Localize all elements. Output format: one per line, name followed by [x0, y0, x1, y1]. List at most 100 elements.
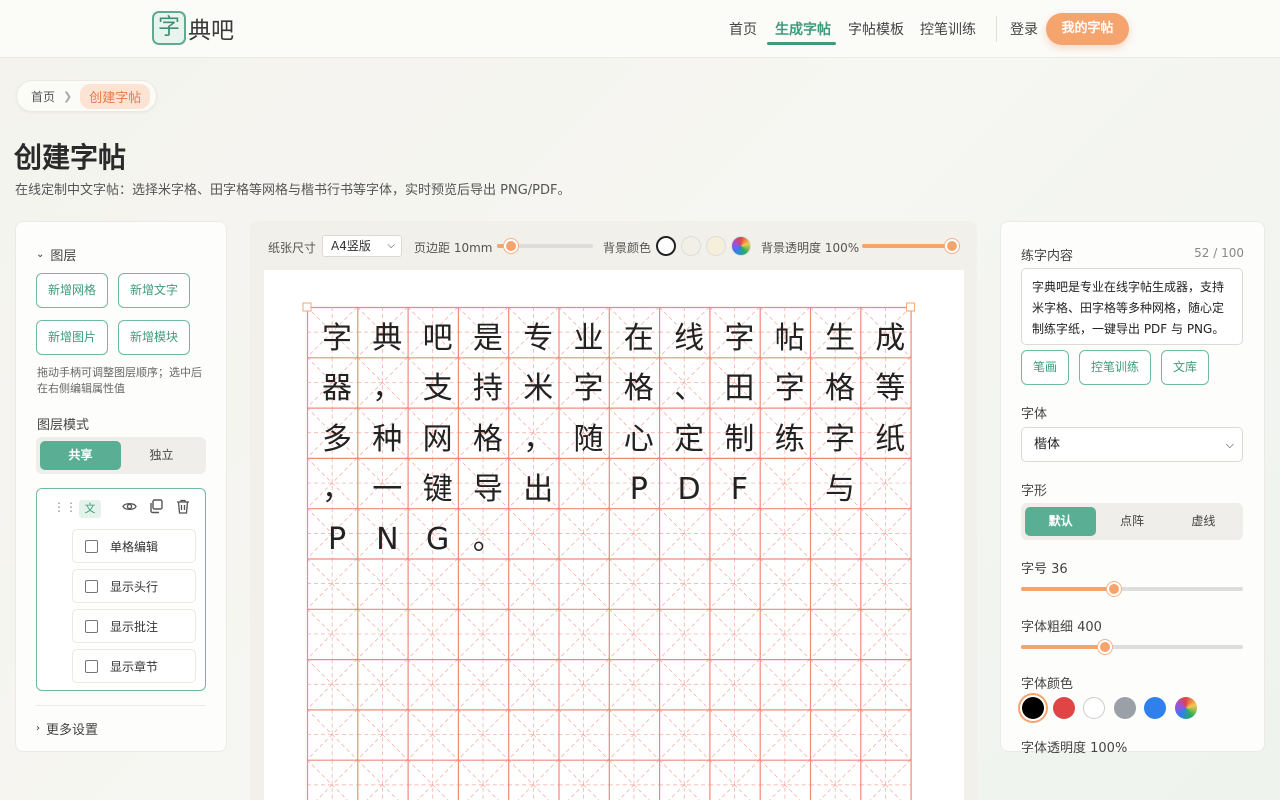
trash-icon[interactable]	[176, 499, 190, 518]
library-button[interactable]: 文库	[1161, 350, 1209, 385]
grid-guide-line	[860, 759, 902, 800]
slider-thumb[interactable]	[945, 239, 959, 253]
grid-character: 出	[523, 471, 554, 507]
font-color-swatch[interactable]	[1052, 697, 1075, 719]
glyph-style-toggle: 默认 点阵 虚线	[1021, 503, 1243, 540]
page-subtitle: 在线定制中文字帖：选择米字格、田字格等网格与楷书行书等字体，实时预览后导出 PN…	[15, 183, 571, 198]
font-color-swatch[interactable]	[1174, 697, 1197, 719]
nav-create[interactable]: 生成字帖	[775, 19, 831, 39]
control-training-button[interactable]: 控笔训练	[1079, 350, 1151, 385]
grid-character: 练	[774, 421, 805, 457]
checkbox[interactable]	[85, 659, 98, 673]
grid-guide-line	[316, 759, 358, 800]
grid-character: 线	[674, 321, 705, 356]
checkbox[interactable]	[85, 539, 98, 553]
layers-section-toggle[interactable]: ⌄ 图层	[36, 245, 76, 264]
margin-slider[interactable]	[497, 239, 593, 253]
nav-templates[interactable]: 字帖模板	[848, 19, 904, 39]
chevron-down-icon: ⌄	[36, 249, 45, 260]
checkbox[interactable]	[85, 619, 98, 633]
resize-handle	[906, 302, 916, 312]
grid-guide-line	[467, 759, 509, 800]
nav-control-training[interactable]: 控笔训练	[920, 19, 976, 39]
nav-home[interactable]: 首页	[729, 19, 757, 39]
breadcrumb-home[interactable]: 首页	[31, 88, 55, 105]
paper-size-select[interactable]: A4竖版 ⌵	[322, 235, 402, 257]
grid-character: F	[730, 471, 749, 507]
grid-character: 定	[674, 421, 705, 457]
grid-character: 字	[774, 371, 805, 407]
add-text-button[interactable]: 新增文字	[118, 273, 190, 308]
add-module-button[interactable]: 新增模块	[118, 320, 190, 355]
font-color-swatch[interactable]	[1144, 697, 1166, 719]
font-color-swatch[interactable]	[1083, 697, 1105, 719]
chevron-down-icon: ⌵	[1225, 438, 1234, 451]
divider	[36, 705, 206, 706]
site-logo[interactable]: 字 典吧	[152, 11, 234, 45]
chevron-down-icon: ⌵	[387, 240, 395, 251]
grid-character: 田	[724, 371, 755, 407]
font-size-slider[interactable]	[1021, 582, 1243, 596]
more-settings-toggle[interactable]: › 更多设置	[36, 719, 98, 738]
add-image-button[interactable]: 新增图片	[36, 320, 108, 355]
mode-independent[interactable]: 独立	[121, 441, 202, 470]
grid-guide-line	[809, 759, 851, 800]
grid-character: 帖	[774, 321, 805, 356]
grid-character: 器	[322, 371, 352, 407]
checkbox[interactable]	[85, 579, 98, 593]
eye-icon[interactable]	[122, 499, 137, 518]
slider-fill	[862, 244, 952, 248]
grid-guide-line	[709, 759, 751, 800]
grid-character: 字	[573, 371, 604, 407]
chevron-right-icon: ❯	[63, 89, 73, 103]
option-single-cell-edit[interactable]: 单格编辑	[72, 529, 196, 563]
top-navigation-bar: 字 典吧 首页 生成字帖 字帖模板 控笔训练 登录 我的字帖	[0, 0, 1280, 58]
font-weight-slider[interactable]	[1021, 640, 1243, 654]
text-layer-card[interactable]: ⋮⋮ 文 单格编辑 显示头行 显示批注 显示章节	[36, 488, 206, 691]
glyph-default[interactable]: 默认	[1025, 507, 1097, 536]
glyph-style-label: 字形	[1021, 484, 1048, 499]
grid-character: 在	[623, 321, 654, 356]
background-color-swatch[interactable]	[706, 236, 726, 256]
stroke-button[interactable]: 笔画	[1021, 350, 1069, 385]
slider-fill	[1021, 587, 1115, 591]
grid-character: ，	[372, 371, 403, 407]
grid-guide-line	[618, 759, 660, 800]
background-color-swatch[interactable]	[656, 236, 676, 256]
grid-character: 典	[372, 321, 403, 356]
option-label: 显示章节	[110, 659, 159, 674]
grid-character: 字	[322, 321, 352, 356]
font-select[interactable]: 楷体 ⌵	[1021, 427, 1243, 462]
add-grid-button[interactable]: 新增网格	[36, 273, 108, 308]
option-show-chapters[interactable]: 显示章节	[72, 649, 196, 683]
drag-handle-icon[interactable]: ⋮⋮	[53, 500, 77, 514]
font-color-swatch[interactable]	[1113, 697, 1136, 719]
font-value: 楷体	[1034, 437, 1061, 452]
option-show-header-row[interactable]: 显示头行	[72, 569, 196, 603]
grid-character: 格	[825, 371, 855, 407]
my-copybooks-button[interactable]: 我的字帖	[1046, 13, 1129, 45]
grid-character: P	[327, 522, 347, 558]
more-settings-label: 更多设置	[46, 723, 99, 738]
option-show-annotations[interactable]: 显示批注	[72, 609, 196, 643]
copy-icon[interactable]	[149, 499, 163, 518]
grid-guide-line	[507, 759, 549, 800]
glyph-dotted[interactable]: 点阵	[1096, 507, 1167, 536]
grid-guide-line	[357, 759, 399, 800]
grid-guide-line	[457, 759, 499, 800]
option-label: 显示头行	[110, 579, 159, 594]
grid-guide-line	[558, 759, 600, 800]
grid-character: N	[376, 522, 399, 558]
background-opacity-slider[interactable]	[862, 239, 959, 253]
font-color-swatch[interactable]	[1022, 697, 1044, 719]
character-count: 52 / 100	[1194, 246, 1244, 260]
grid-character: ，	[523, 421, 554, 457]
page-title: 创建字帖	[14, 141, 127, 174]
background-color-swatch[interactable]	[731, 236, 751, 256]
login-link[interactable]: 登录	[1010, 19, 1038, 39]
mode-shared[interactable]: 共享	[40, 441, 121, 470]
glyph-dashed[interactable]: 虚线	[1168, 507, 1239, 536]
practice-content-textarea[interactable]: 字典吧是专业在线字帖生成器，支持米字格、田字格等多种网格，随心定制练字纸，一键导…	[1021, 268, 1243, 345]
background-color-swatch[interactable]	[681, 236, 701, 256]
layer-mode-label: 图层模式	[37, 418, 90, 433]
